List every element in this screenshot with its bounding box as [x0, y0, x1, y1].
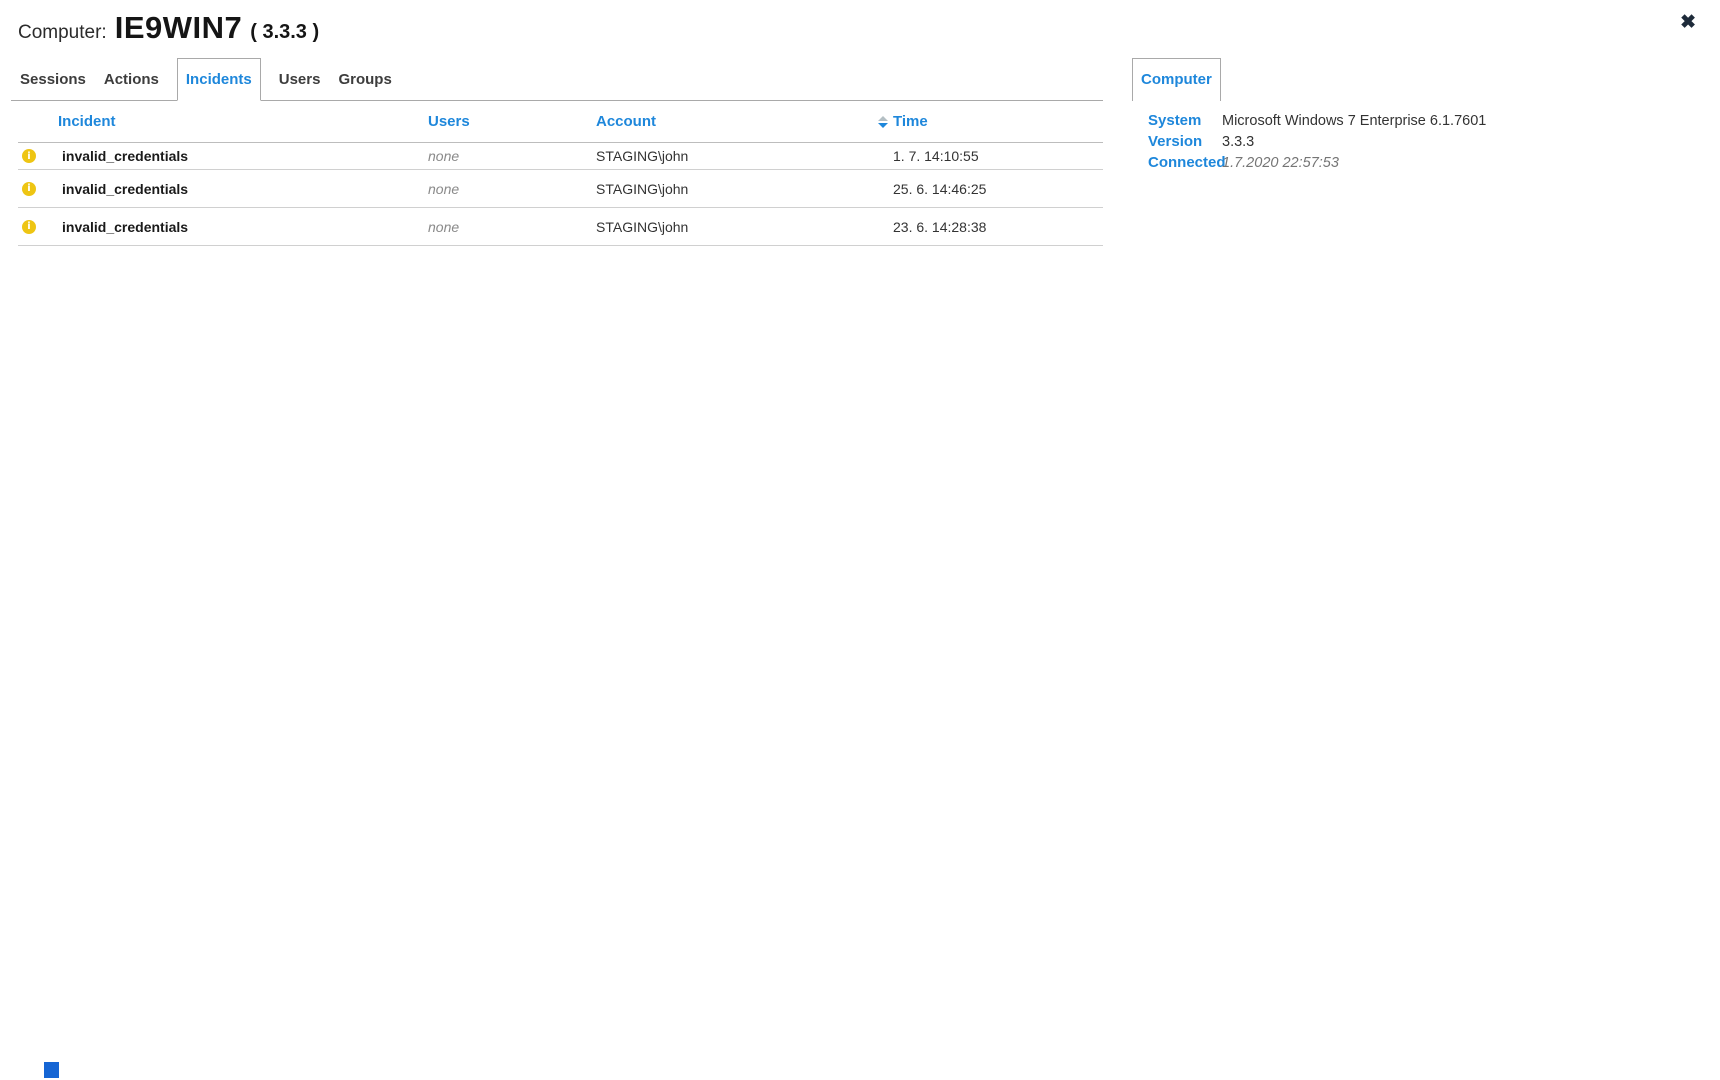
table-row[interactable]: i invalid_credentials none STAGING\john …	[18, 143, 1103, 170]
time-cell: 23. 6. 14:28:38	[893, 219, 986, 235]
users-cell: none	[428, 148, 459, 164]
side-panel-details: System Microsoft Windows 7 Enterprise 6.…	[1148, 110, 1486, 173]
sort-desc-arrow	[878, 123, 888, 128]
blue-square-indicator	[44, 1062, 59, 1078]
account-cell: STAGING\john	[596, 219, 688, 235]
users-cell: none	[428, 219, 459, 235]
incident-cell[interactable]: invalid_credentials	[62, 181, 188, 197]
incidents-table-body: i invalid_credentials none STAGING\john …	[18, 142, 1103, 246]
detail-label-version: Version	[1148, 133, 1222, 150]
table-row[interactable]: i invalid_credentials none STAGING\john …	[18, 170, 1103, 208]
account-cell: STAGING\john	[596, 148, 688, 164]
detail-value-version: 3.3.3	[1222, 134, 1254, 150]
detail-label-system: System	[1148, 112, 1222, 129]
column-header-time-label: Time	[893, 101, 928, 142]
sort-icon	[878, 116, 888, 128]
column-header-account[interactable]: Account	[596, 101, 656, 142]
main-tabbar: Sessions Actions Incidents Users Groups	[11, 58, 1103, 101]
computer-detail-page: Computer: IE9WIN7 ( 3.3.3 ) ✖ Sessions A…	[0, 0, 1720, 1080]
tab-incidents[interactable]: Incidents	[177, 58, 261, 101]
tab-sessions[interactable]: Sessions	[20, 58, 86, 100]
time-cell: 1. 7. 14:10:55	[893, 148, 979, 164]
side-panel-tab-computer[interactable]: Computer	[1132, 58, 1221, 101]
detail-row-connected: Connected 1.7.2020 22:57:53	[1148, 152, 1486, 173]
tab-groups[interactable]: Groups	[338, 58, 391, 100]
detail-label-connected: Connected	[1148, 154, 1222, 171]
incidents-table-header: Incident Users Account Time	[18, 101, 1103, 142]
account-cell: STAGING\john	[596, 181, 688, 197]
title-prefix: Computer:	[18, 22, 107, 44]
detail-value-connected: 1.7.2020 22:57:53	[1222, 155, 1339, 171]
info-icon: i	[22, 149, 36, 163]
incident-cell[interactable]: invalid_credentials	[62, 148, 188, 164]
time-cell: 25. 6. 14:46:25	[893, 181, 986, 197]
computer-version: ( 3.3.3 )	[250, 21, 319, 44]
sort-asc-arrow	[878, 116, 888, 121]
info-icon: i	[22, 182, 36, 196]
tab-users[interactable]: Users	[279, 58, 321, 100]
computer-name: IE9WIN7	[115, 10, 243, 46]
detail-value-system: Microsoft Windows 7 Enterprise 6.1.7601	[1222, 113, 1486, 129]
column-header-users[interactable]: Users	[428, 101, 470, 142]
incident-cell[interactable]: invalid_credentials	[62, 219, 188, 235]
table-row[interactable]: i invalid_credentials none STAGING\john …	[18, 208, 1103, 246]
column-header-incident[interactable]: Incident	[58, 101, 116, 142]
column-header-time[interactable]: Time	[878, 101, 928, 142]
close-icon[interactable]: ✖	[1680, 13, 1696, 32]
detail-row-version: Version 3.3.3	[1148, 131, 1486, 152]
users-cell: none	[428, 181, 459, 197]
tab-actions[interactable]: Actions	[104, 58, 159, 100]
page-title: Computer: IE9WIN7 ( 3.3.3 )	[18, 10, 319, 46]
detail-row-system: System Microsoft Windows 7 Enterprise 6.…	[1148, 110, 1486, 131]
info-icon: i	[22, 220, 36, 234]
